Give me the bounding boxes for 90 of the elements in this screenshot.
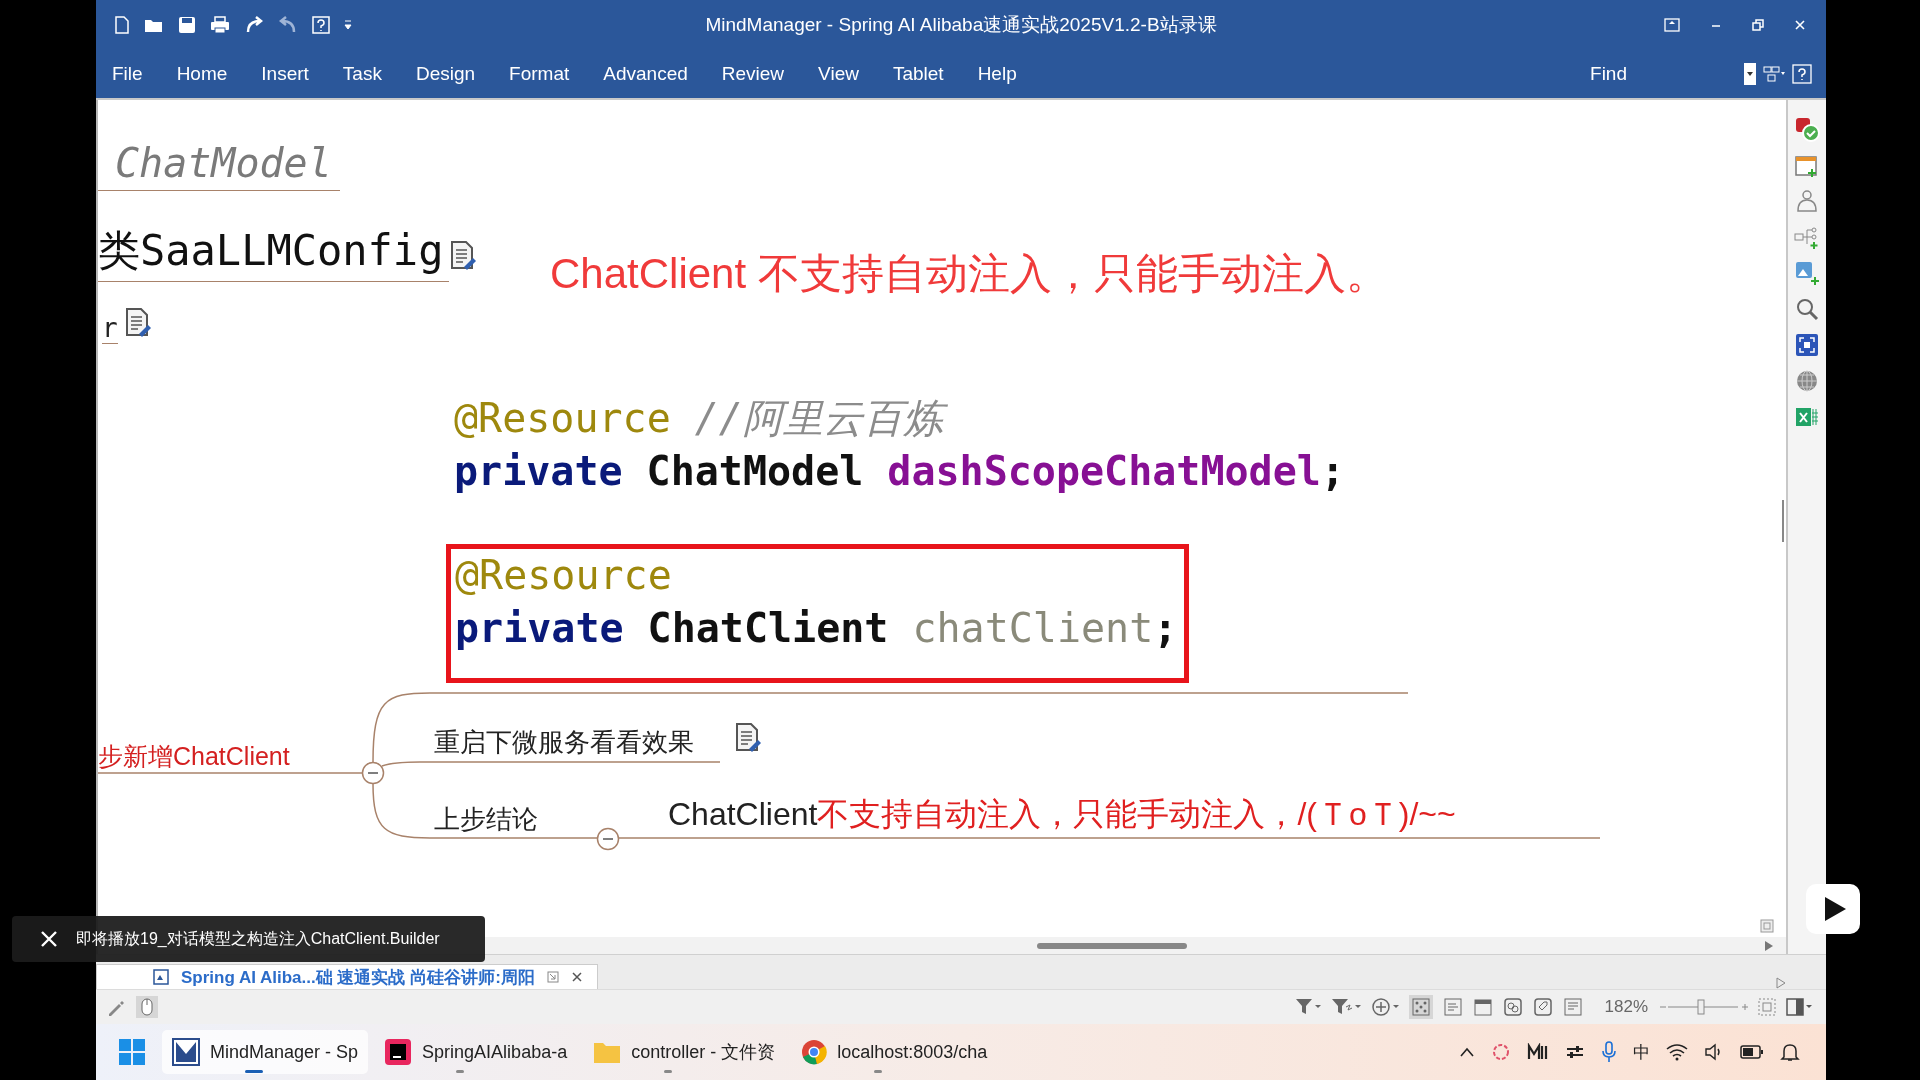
- input-method-indicator[interactable]: 中: [1633, 1040, 1650, 1064]
- menu-item[interactable]: Design: [398, 63, 493, 85]
- note-icon[interactable]: [125, 307, 151, 337]
- document-title: Spring AI Aliba...础 速通实战 尚硅谷讲师:周阳: [181, 966, 535, 989]
- restore-icon[interactable]: [1752, 19, 1764, 31]
- document-tab[interactable]: Spring AI Aliba...础 速通实战 尚硅谷讲师:周阳: [96, 964, 598, 989]
- map-topic[interactable]: r: [102, 313, 118, 344]
- play-icon: [1823, 896, 1847, 922]
- help-icon[interactable]: [312, 16, 330, 34]
- link-icon[interactable]: [1502, 997, 1523, 1017]
- zoom-slider-icon[interactable]: [1658, 997, 1748, 1017]
- toast-message: 即将播放19_对话模型之构造注入ChatClient.Builder: [76, 928, 440, 949]
- start-icon[interactable]: [118, 1038, 146, 1066]
- close-icon[interactable]: [1794, 19, 1806, 31]
- dropdown-icon[interactable]: [1744, 63, 1756, 85]
- ribbon-display-icon[interactable]: [1664, 18, 1680, 32]
- code-line: @Resource //阿里云百炼: [454, 392, 1345, 445]
- open-folder-icon[interactable]: [144, 17, 164, 33]
- menu-item[interactable]: Insert: [244, 63, 326, 85]
- browser-icon: [801, 1039, 828, 1065]
- taskbar-button[interactable]: MindManager - Sp: [162, 1030, 369, 1074]
- layout-icon[interactable]: [1762, 65, 1786, 83]
- map-file-icon: [153, 969, 169, 985]
- branch-icon[interactable]: [1794, 224, 1820, 250]
- note-icon[interactable]: [450, 240, 476, 270]
- collapse-icon[interactable]: [361, 761, 385, 785]
- mouse-icon[interactable]: [136, 996, 158, 1018]
- map-topic[interactable]: ChatModel: [98, 140, 340, 191]
- help-icon[interactable]: [1792, 64, 1812, 84]
- zoom-level: 182%: [1604, 997, 1648, 1017]
- wifi-icon[interactable]: [1666, 1043, 1688, 1061]
- map-subtopic[interactable]: 重启下微服务看看效果: [434, 725, 694, 760]
- battery-icon[interactable]: [1740, 1044, 1764, 1060]
- globe-icon[interactable]: [1794, 368, 1820, 394]
- panel-icon[interactable]: [1786, 998, 1812, 1016]
- close-icon[interactable]: [570, 971, 583, 983]
- notification-icon[interactable]: [1780, 1042, 1800, 1062]
- callout-text: ChatClient 不支持自动注入，只能手动注入。: [550, 249, 1388, 299]
- menu-item[interactable]: Advanced: [586, 63, 705, 85]
- tag-icon[interactable]: [1532, 997, 1553, 1017]
- focus-icon[interactable]: [1794, 332, 1820, 358]
- scrollbar-thumb[interactable]: [1037, 943, 1187, 949]
- menu-item[interactable]: Format: [492, 63, 587, 85]
- filter-icon[interactable]: [1330, 998, 1361, 1016]
- search-icon[interactable]: [1794, 296, 1820, 322]
- window-title: MindManager - Spring AI Alibaba速通实战2025V1.2-B站录课: [705, 13, 1217, 37]
- taskbar-button[interactable]: localhost:8003/cha: [791, 1030, 998, 1074]
- calendar-icon[interactable]: [1472, 997, 1493, 1017]
- taskbar-button[interactable]: SpringAIAlibaba-a: [374, 1030, 578, 1074]
- float-icon[interactable]: [546, 971, 559, 983]
- menu-item[interactable]: Home: [159, 63, 245, 85]
- code-line: @Resource: [455, 551, 673, 600]
- customize-icon[interactable]: [344, 20, 352, 30]
- map-topic[interactable]: 步新增ChatClient: [98, 740, 290, 773]
- menu-item[interactable]: Task: [325, 63, 399, 85]
- map-subtopic[interactable]: 上步结论: [434, 802, 538, 837]
- scroll-right-icon[interactable]: [1776, 977, 1786, 989]
- new-file-icon[interactable]: [114, 16, 130, 34]
- task-icon[interactable]: [1794, 116, 1820, 142]
- filter-icon[interactable]: [1294, 998, 1321, 1016]
- person-icon[interactable]: [1794, 188, 1820, 214]
- collapse-icon[interactable]: [596, 827, 620, 851]
- microphone-icon[interactable]: [1601, 1041, 1617, 1063]
- scroll-right-icon[interactable]: [1764, 940, 1774, 952]
- menu-item[interactable]: Review: [704, 63, 802, 85]
- menu-item[interactable]: Tablet: [875, 63, 961, 85]
- menu-item[interactable]: View: [801, 63, 876, 85]
- chevron-up-icon[interactable]: [1459, 1046, 1475, 1058]
- scrollbar-thumb[interactable]: [1782, 500, 1784, 542]
- app-icon: [384, 1038, 413, 1066]
- app-tray-icon[interactable]: [1527, 1043, 1549, 1061]
- save-icon[interactable]: [178, 16, 196, 34]
- map-subtopic[interactable]: ChatClient不支持自动注入，只能手动注入，/(ＴoＴ)/~~: [668, 793, 1456, 837]
- image-icon[interactable]: [1794, 260, 1820, 286]
- close-icon[interactable]: [40, 930, 58, 948]
- print-icon[interactable]: [210, 16, 230, 34]
- code-line: private ChatModel dashScopeChatModel;: [454, 447, 1345, 496]
- find-button[interactable]: Find: [1573, 63, 1644, 85]
- code-line: private ChatClient chatClient;: [455, 604, 1179, 653]
- taskbar-button[interactable]: controller - 文件资: [583, 1030, 786, 1074]
- note-icon[interactable]: [735, 722, 761, 752]
- menu-item[interactable]: File: [112, 63, 160, 85]
- grid-view-icon[interactable]: [1408, 995, 1433, 1019]
- folder-icon: [593, 1040, 622, 1064]
- add-circle-icon[interactable]: [1370, 997, 1399, 1017]
- play-button[interactable]: [1806, 884, 1860, 934]
- sliders-icon[interactable]: [1565, 1043, 1585, 1061]
- map-topic[interactable]: 类SaaLLMConfig: [98, 223, 450, 282]
- app-icon: [172, 1038, 200, 1066]
- menu-item[interactable]: Help: [960, 63, 1034, 85]
